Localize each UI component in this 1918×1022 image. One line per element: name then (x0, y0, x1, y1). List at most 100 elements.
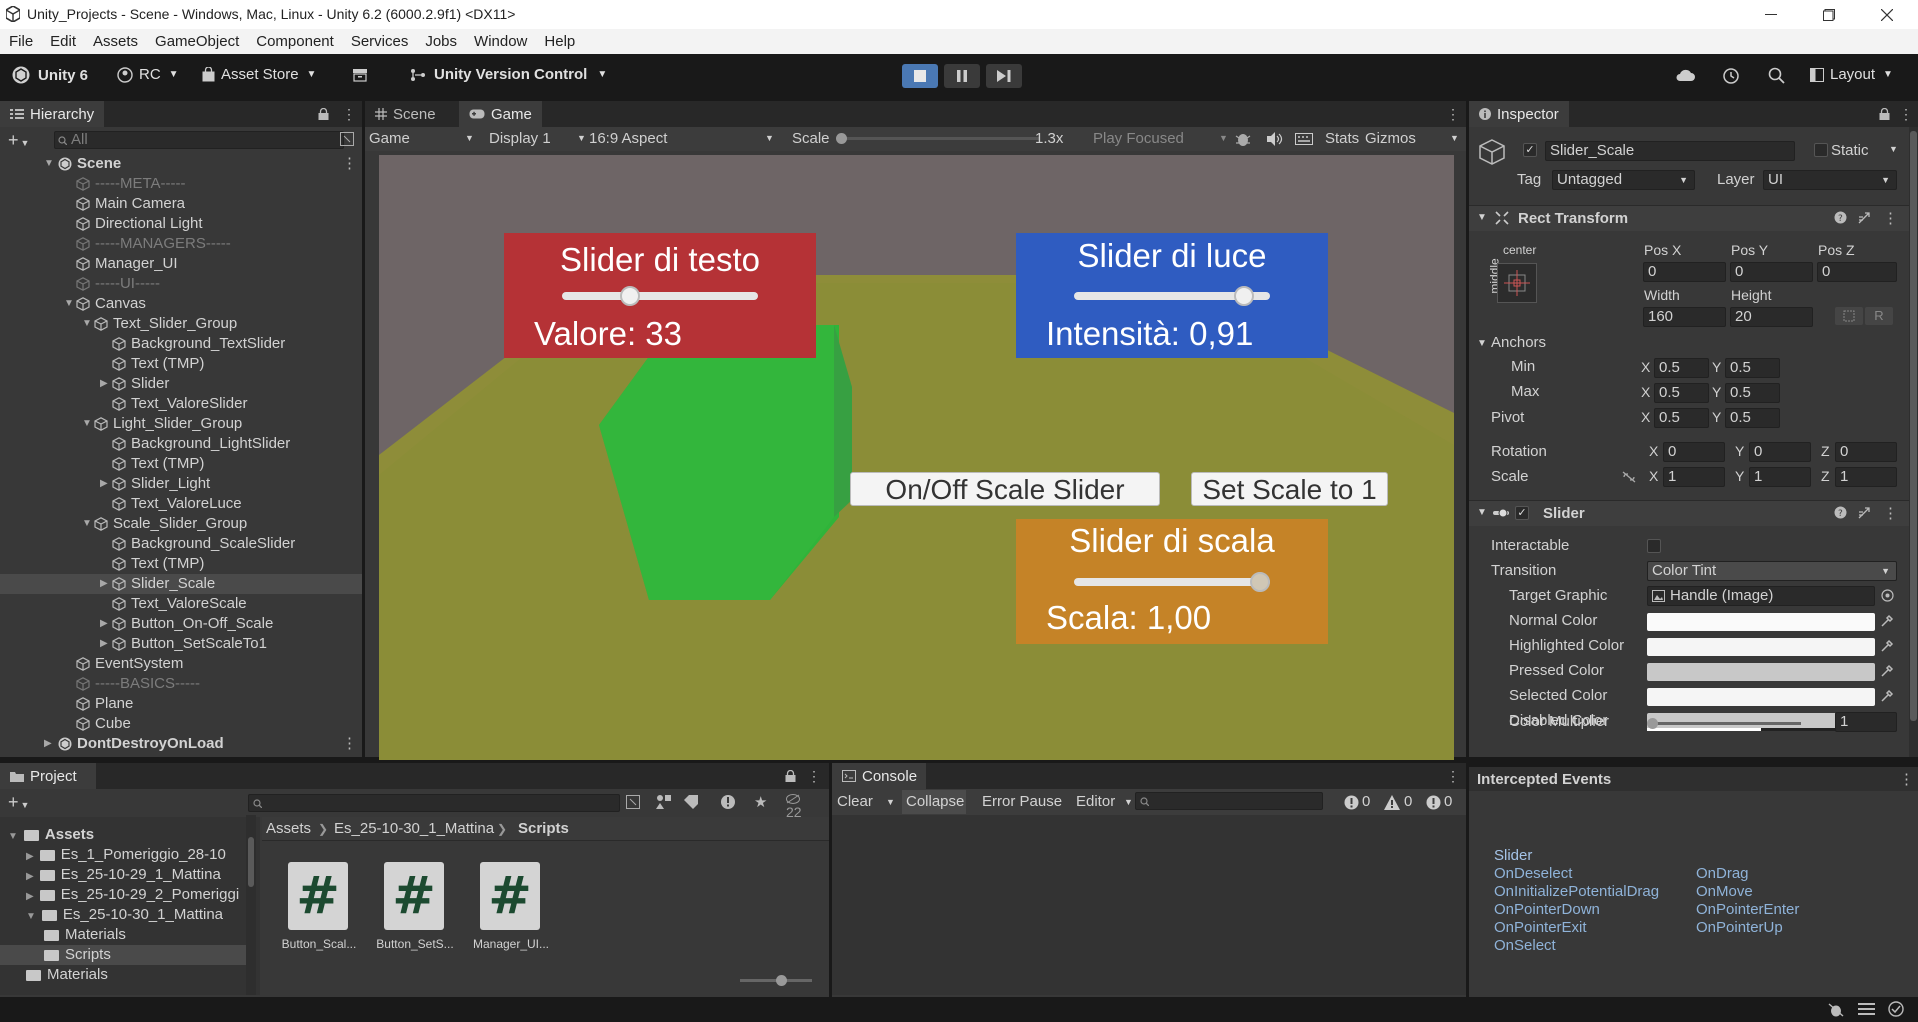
text-slider-handle[interactable] (620, 286, 641, 306)
scale-y-field[interactable]: 1 (1749, 467, 1811, 487)
cloud-icon[interactable] (1675, 68, 1695, 82)
tab-scene[interactable]: Scene (365, 101, 446, 127)
scale-slider[interactable] (836, 133, 1040, 144)
pos-x-field[interactable]: 0 (1643, 262, 1726, 282)
chevron-right-icon[interactable]: ▶ (26, 871, 34, 882)
hierarchy-row[interactable]: -----MANAGERS----- (0, 234, 362, 254)
pos-z-field[interactable]: 0 (1817, 262, 1897, 282)
kebab-menu-icon[interactable]: ⋮ (342, 154, 357, 174)
normal-eyedropper-icon[interactable] (1881, 614, 1894, 627)
pressed-eyedropper-icon[interactable] (1881, 664, 1894, 677)
tab-hierarchy[interactable]: Hierarchy (0, 101, 105, 127)
hierarchy-row[interactable]: Cube (0, 714, 362, 734)
help-icon[interactable]: ? (1834, 506, 1847, 519)
layer-dropdown[interactable]: UI ▼ (1763, 170, 1897, 190)
hierarchy-row[interactable]: ▶ Button_SetScaleTo1 (0, 634, 362, 654)
preset-icon[interactable] (1857, 506, 1871, 520)
bug-icon[interactable] (1235, 131, 1251, 147)
kebab-menu-icon[interactable]: ⋮ (807, 768, 821, 785)
debug-icon[interactable] (1828, 1002, 1844, 1017)
lock-icon[interactable] (1879, 108, 1890, 120)
slider-component-header[interactable]: ▼ ✓ Slider ? ⋮ (1469, 500, 1909, 526)
project-folder-item[interactable]: ▼ Assets (0, 825, 246, 845)
scale-slider-handle[interactable] (1250, 572, 1270, 592)
hierarchy-row[interactable]: Directional Light (0, 214, 362, 234)
hierarchy-row[interactable]: -----UI----- (0, 274, 362, 294)
chevron-down-icon[interactable]: ▼ (82, 314, 92, 334)
chevron-down-icon[interactable]: ▼ (886, 789, 895, 815)
restore-button[interactable] (1800, 0, 1858, 29)
breadcrumb-assets[interactable]: Assets (266, 817, 311, 841)
blueprint-button[interactable] (1835, 307, 1863, 325)
hierarchy-row[interactable]: Background_TextSlider (0, 334, 362, 354)
hierarchy-row[interactable]: ▼ Scene ⋮ (0, 154, 362, 174)
rot-z-field[interactable]: 0 (1835, 442, 1897, 462)
aspect-dropdown[interactable]: 16:9 Aspect ▼ (589, 130, 779, 147)
project-folder-item[interactable]: Materials (0, 965, 246, 985)
hierarchy-row[interactable]: -----BASICS----- (0, 674, 362, 694)
unity-account-button[interactable]: Unity 6 (12, 66, 88, 84)
console-search-input[interactable] (1135, 792, 1323, 810)
menu-window[interactable]: Window (474, 33, 527, 50)
color-multiplier-slider[interactable] (1647, 718, 1801, 729)
pressed-color-swatch[interactable] (1647, 663, 1875, 681)
create-asset-button[interactable]: + ▼ (8, 792, 29, 813)
collapse-button[interactable]: Collapse (902, 790, 966, 814)
account-dropdown[interactable]: RC ▼ (117, 66, 179, 83)
chevron-right-icon[interactable]: ▶ (100, 474, 108, 494)
pivot-y-field[interactable]: 0.5 (1725, 408, 1780, 428)
console-log-area[interactable] (832, 815, 1466, 995)
project-search-input[interactable] (248, 794, 620, 812)
kebab-menu-icon[interactable]: ⋮ (1446, 106, 1460, 123)
history-icon[interactable] (1722, 67, 1740, 85)
game-mode-dropdown[interactable]: Game ▼ (369, 130, 479, 147)
highlighted-eyedropper-icon[interactable] (1881, 639, 1894, 652)
editor-dropdown[interactable]: Editor (1076, 789, 1115, 815)
menu-services[interactable]: Services (351, 33, 409, 50)
hierarchy-row[interactable]: ▶ Slider_Light (0, 474, 362, 494)
hierarchy-row[interactable]: Plane (0, 694, 362, 714)
gizmos-button[interactable]: Gizmos (1365, 130, 1416, 147)
tab-game[interactable]: Game (459, 101, 542, 127)
scale-z-field[interactable]: 1 (1835, 467, 1897, 487)
scale-x-field[interactable]: 1 (1663, 467, 1725, 487)
hierarchy-row[interactable]: ▶ Slider (0, 374, 362, 394)
hierarchy-row[interactable]: ▼ Scale_Slider_Group (0, 514, 362, 534)
max-x-field[interactable]: 0.5 (1654, 383, 1709, 403)
stats-button[interactable]: Stats (1325, 130, 1359, 147)
intercepted-events-header[interactable]: Intercepted Events ⋮ (1469, 767, 1918, 791)
raw-edit-button[interactable]: R (1865, 307, 1893, 325)
chevron-down-icon[interactable]: ▼ (64, 294, 74, 314)
icon-size-slider-handle[interactable] (776, 975, 787, 986)
search-icon[interactable] (1768, 67, 1785, 84)
close-button[interactable] (1858, 0, 1916, 29)
error-icon[interactable] (1344, 795, 1359, 810)
menu-jobs[interactable]: Jobs (425, 33, 457, 50)
lock-icon[interactable] (785, 770, 796, 782)
menu-help[interactable]: Help (544, 33, 575, 50)
hierarchy-row[interactable]: Text (TMP) (0, 354, 362, 374)
checkmark-icon[interactable] (1888, 1001, 1904, 1017)
menu-file[interactable]: File (9, 33, 33, 50)
project-folder-item[interactable]: Scripts (0, 945, 246, 965)
layout-dropdown[interactable]: Layout ▼ (1810, 66, 1893, 83)
light-slider[interactable] (1074, 286, 1270, 306)
pos-y-field[interactable]: 0 (1730, 262, 1813, 282)
csharp-script-icon[interactable]: # (480, 862, 540, 930)
hierarchy-row[interactable]: ▶ DontDestroyOnLoad ⋮ (0, 734, 362, 754)
hierarchy-search-input[interactable]: All (54, 131, 344, 149)
width-field[interactable]: 160 (1643, 307, 1726, 327)
chevron-right-icon[interactable]: ▶ (100, 374, 108, 394)
chevron-right-icon[interactable]: ▶ (26, 851, 34, 862)
color-multiplier-handle[interactable] (1647, 718, 1658, 729)
kebab-menu-icon[interactable]: ⋮ (1899, 106, 1913, 123)
toggle-scale-slider-button[interactable]: On/Off Scale Slider (850, 472, 1160, 506)
hierarchy-row[interactable]: Text_ValoreLuce (0, 494, 362, 514)
rot-x-field[interactable]: 0 (1663, 442, 1725, 462)
kebab-menu-icon[interactable]: ⋮ (1883, 209, 1898, 227)
menu-edit[interactable]: Edit (50, 33, 76, 50)
archive-icon[interactable] (352, 68, 368, 82)
min-x-field[interactable]: 0.5 (1654, 358, 1709, 378)
static-checkbox[interactable] (1814, 143, 1828, 157)
audio-icon[interactable] (1267, 132, 1283, 146)
